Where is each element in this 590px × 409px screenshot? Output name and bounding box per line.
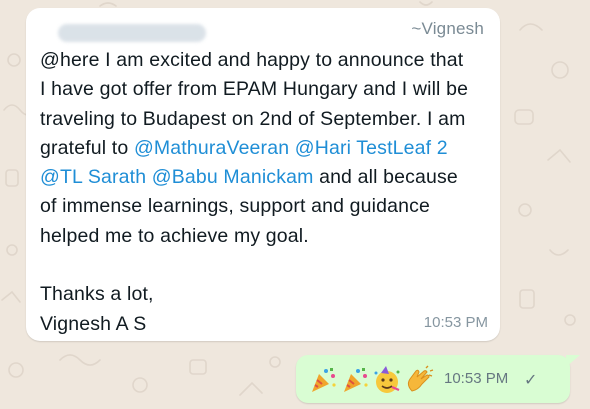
mention-link[interactable]: @Hari TestLeaf 2 [295,137,448,159]
redacted-phone-number [58,24,206,42]
sender-name[interactable]: ~Vignesh [411,19,484,39]
mention-link[interactable]: @Babu Manickam [152,166,314,188]
party-popper-icon [344,368,368,392]
bubble-tail [566,355,580,367]
party-popper-icon [312,368,336,392]
incoming-message-bubble[interactable]: ~Vignesh @here I am excited and happy to… [26,8,500,341]
message-time: 10:53 PM [444,370,509,387]
partying-face-icon [374,366,400,393]
mention-link[interactable]: @MathuraVeeran [134,137,289,159]
message-text: @here I am excited and happy to announce… [40,46,490,339]
sent-check-icon: ✓ [524,372,538,389]
clapping-hands-icon [407,365,434,392]
message-time: 10:53 PM [423,314,488,331]
message-text-part: and all because of immense learnings, su… [40,166,458,335]
mention-link[interactable]: @TL Sarath [40,166,146,188]
outgoing-message-bubble[interactable]: 10:53 PM ✓ [296,355,570,403]
emoji-row [308,365,434,395]
